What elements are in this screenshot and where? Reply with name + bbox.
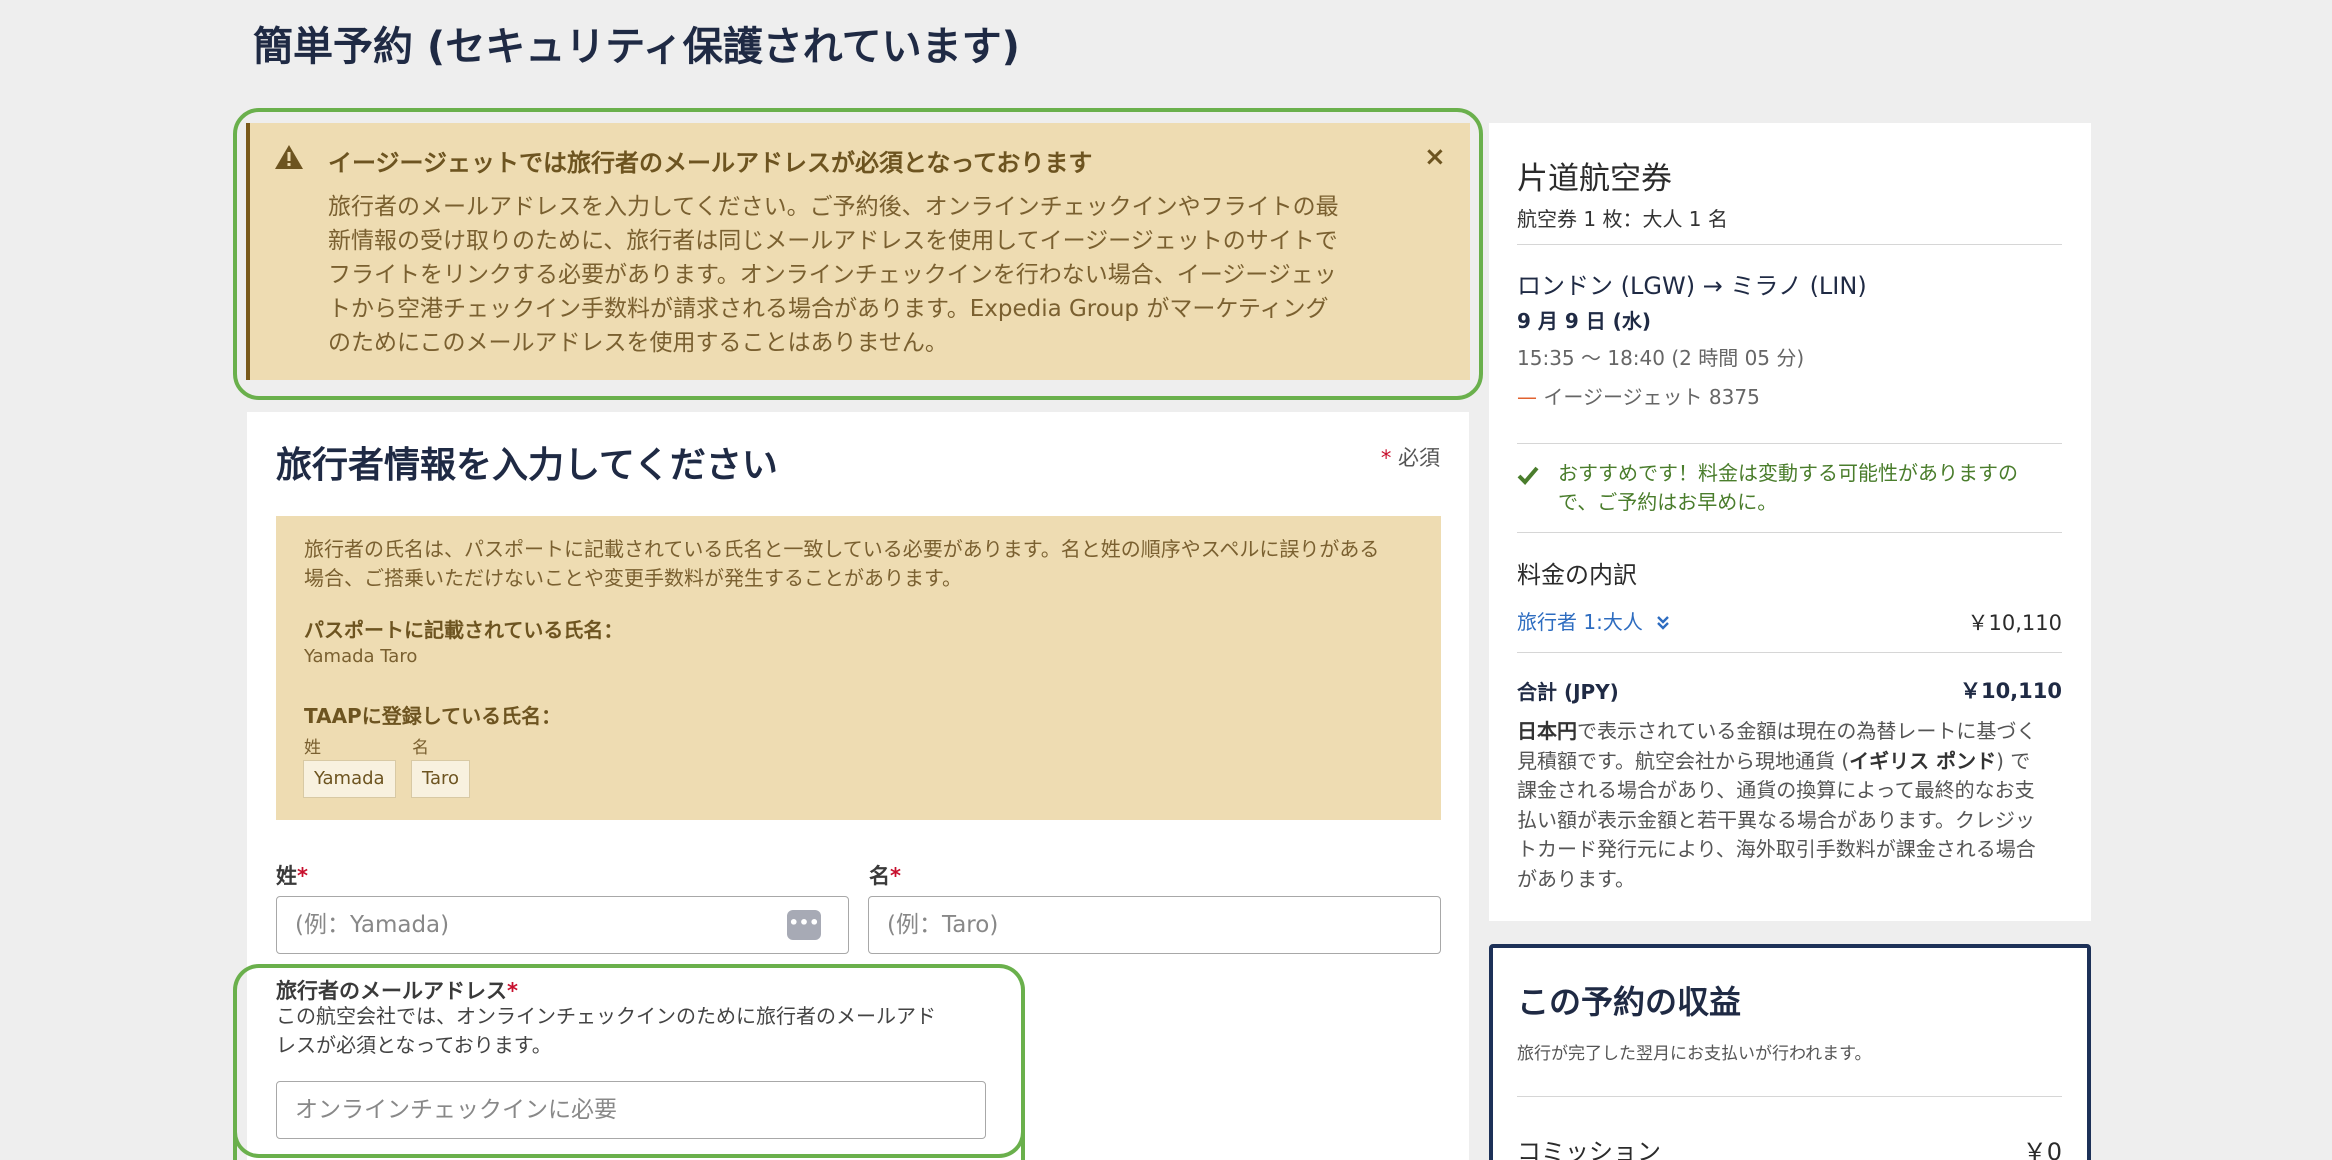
last-name-input[interactable]: (例：Yamada) (276, 896, 849, 954)
email-input[interactable]: オンラインチェックインに必要 (276, 1081, 986, 1139)
close-icon[interactable]: × (1424, 142, 1446, 172)
divider (1517, 532, 2062, 533)
total-value: ￥10,110 (1959, 679, 2062, 703)
last-name-label: 姓* (276, 864, 308, 888)
passport-name-value: Yamada Taro (304, 646, 418, 667)
price-recommendation: おすすめです！料金は変動する可能性がありますの で、ご予約はお早めに。 (1558, 461, 2018, 514)
first-name-label: 名* (869, 864, 901, 888)
summary-title: 片道航空券 (1517, 161, 1672, 197)
airline-flight: — イージージェット 8375 (1517, 385, 1760, 409)
divider (1517, 244, 2062, 245)
check-icon (1517, 466, 1539, 485)
divider (1517, 652, 2062, 653)
traveler-price-toggle[interactable]: 旅行者 1:大人 (1517, 606, 1670, 635)
flight-time: 15:35 〜 18:40 (2 時間 05 分) (1517, 346, 1805, 370)
airline-logo-icon: — (1517, 385, 1537, 409)
taap-first-name-value: Taro (411, 760, 471, 798)
double-chevron-down-icon[interactable] (1656, 614, 1670, 630)
commission-label: コミッション (1517, 1138, 1661, 1160)
taap-last-name-value: Yamada (303, 760, 396, 798)
commission-value: ￥0 (2022, 1138, 2062, 1160)
divider (1517, 1096, 2062, 1097)
traveler-price: ￥10,110 (1967, 611, 2062, 635)
name-notice-text: 旅行者の氏名は、パスポートに記載されている氏名と一致している必要があります。名と… (304, 537, 1380, 590)
taap-name-label: TAAPに登録している氏名： (304, 704, 562, 728)
required-note: * 必須 (1380, 446, 1440, 470)
currency-disclaimer: 日本円で表示されている金額は現在の為替レートに基づく 見積額です。航空会社から現… (1517, 719, 2037, 891)
traveler-price-link[interactable]: 旅行者 1:大人 (1517, 610, 1643, 634)
first-name-input[interactable]: (例：Taro) (868, 896, 1441, 954)
page-title: 簡単予約 (セキュリティ保護されています) (253, 24, 1020, 70)
taap-last-name-label: 姓 (304, 738, 321, 758)
ticket-info: 航空券 1 枚：大人 1 名 (1517, 207, 1728, 231)
email-description: この航空会社では、オンラインチェックインのために旅行者のメールアド レスが必須と… (276, 1004, 936, 1057)
total-label: 合計 (JPY) (1517, 680, 1619, 704)
price-breakdown-title: 料金の内訳 (1517, 561, 1637, 589)
traveler-section-title: 旅行者情報を入力してください (276, 445, 778, 486)
password-manager-icon[interactable]: ••• (787, 910, 821, 940)
flight-route: ロンドン (LGW) → ミラノ (LIN) (1517, 272, 1867, 300)
earnings-title: この予約の収益 (1517, 983, 1742, 1021)
passport-name-label: パスポートに記載されている氏名： (304, 618, 624, 642)
warning-triangle-icon (275, 145, 303, 169)
divider (1517, 443, 2062, 444)
alert-title: イージージェットでは旅行者のメールアドレスが必須となっております (328, 149, 1093, 177)
email-label: 旅行者のメールアドレス* (276, 979, 518, 1003)
alert-body: 旅行者のメールアドレスを入力してください。ご予約後、オンラインチェックインやフラ… (328, 194, 1339, 356)
earnings-note: 旅行が完了した翌月にお支払いが行われます。 (1517, 1044, 1872, 1064)
flight-date: 9 月 9 日 (水) (1517, 309, 1651, 333)
taap-first-name-label: 名 (412, 738, 429, 758)
